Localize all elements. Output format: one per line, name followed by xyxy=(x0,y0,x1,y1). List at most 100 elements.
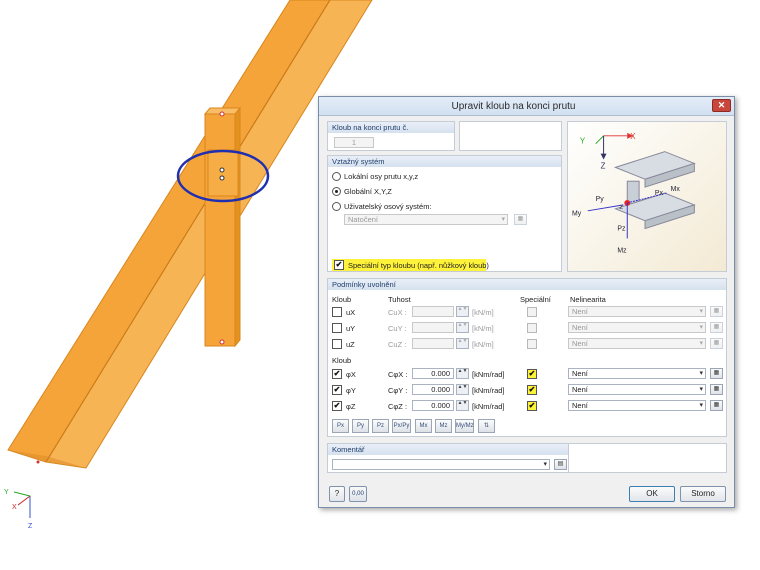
phix-nonlin-select[interactable]: Není ▾ xyxy=(568,368,706,379)
uz-checkbox[interactable] xyxy=(332,339,342,349)
uy-nonlin-select: Není ▾ xyxy=(568,322,706,333)
release-px-button[interactable]: Px xyxy=(332,419,349,433)
col-header-stiffness: Tuhost xyxy=(388,295,411,304)
release-reset-button[interactable]: ⇅ xyxy=(478,419,495,433)
hinge-number-blank xyxy=(459,121,562,151)
dialog-title: Upravit kloub na konci prutu xyxy=(451,101,576,112)
help-button[interactable]: ? xyxy=(329,486,345,502)
col-header-hinge: Kloub xyxy=(332,295,352,304)
cuy-label: CuY : xyxy=(388,324,407,333)
preview-axis-y: Y xyxy=(580,137,586,146)
hinge-number-group: Kloub na konci prutu č. 1 xyxy=(327,121,455,151)
ux-nonlin-edit-button: ▦ xyxy=(710,306,723,317)
phiy-nonlin-edit-button[interactable]: ▦ xyxy=(710,384,723,395)
cancel-button[interactable]: Storno xyxy=(680,486,726,502)
phiz-nonlin-edit-button[interactable]: ▦ xyxy=(710,400,723,411)
svg-text:Py: Py xyxy=(596,196,605,203)
svg-text:Pz: Pz xyxy=(617,226,626,233)
phiy-nonlin-select[interactable]: Není ▾ xyxy=(568,384,706,395)
uz-special-checkbox xyxy=(527,339,537,349)
cphiz-label: CφZ : xyxy=(388,402,408,411)
release-conditions-header: Podmínky uvolnění xyxy=(328,279,726,290)
ux-checkbox[interactable] xyxy=(332,307,342,317)
chevron-down-icon: ▾ xyxy=(699,370,703,377)
hinge-preview-image: X Y Z My Py Px Mx Pz Mz Z xyxy=(567,121,727,272)
uy-nonlin-edit-button: ▦ xyxy=(710,322,723,333)
cphix-input[interactable]: 0.000 xyxy=(412,368,454,379)
phix-special-checkbox[interactable]: ✔ xyxy=(527,369,537,379)
special-type-checkbox[interactable]: ✔ xyxy=(334,260,344,270)
cphiy-unit: [kNm/rad] xyxy=(472,386,505,395)
cphix-spinner[interactable]: ▲▼ xyxy=(456,368,469,379)
phix-checkbox[interactable]: ✔ xyxy=(332,369,342,379)
phiy-special-checkbox[interactable]: ✔ xyxy=(527,385,537,395)
comment-input[interactable]: ▾ xyxy=(332,459,550,470)
col-header-nonlinearity: Nelinearita xyxy=(570,295,606,304)
release-pxpy-button[interactable]: Px/Py xyxy=(392,419,411,433)
cux-spinner: ▲▼ xyxy=(456,306,469,317)
col-header-special: Speciální xyxy=(520,295,551,304)
phix-label: φX xyxy=(346,370,356,379)
cphiz-spinner[interactable]: ▲▼ xyxy=(456,400,469,411)
user-axes-select: Natočení ▾ xyxy=(344,214,508,225)
cux-label: CuX : xyxy=(388,308,407,317)
close-button[interactable]: ✕ xyxy=(712,99,731,112)
release-mz-button[interactable]: Mz xyxy=(435,419,452,433)
uy-label: uY xyxy=(346,324,356,333)
cphiy-label: CφY : xyxy=(388,386,408,395)
cphiy-spinner[interactable]: ▲▼ xyxy=(456,384,469,395)
release-conditions-group: Podmínky uvolnění Kloub Tuhost Speciální… xyxy=(327,278,727,437)
chevron-down-icon: ▾ xyxy=(699,340,703,347)
svg-text:X: X xyxy=(12,504,17,511)
release-mx-button[interactable]: Mx xyxy=(415,419,432,433)
rotation-section-label: Kloub xyxy=(332,356,352,365)
release-pz-button[interactable]: Pz xyxy=(372,419,389,433)
edit-hinge-dialog: Upravit kloub na konci prutu ✕ Kloub na … xyxy=(318,96,735,508)
phix-nonlin-edit-button[interactable]: ▦ xyxy=(710,368,723,379)
svg-text:Z: Z xyxy=(619,205,623,211)
phiz-nonlin-select[interactable]: Není ▾ xyxy=(568,400,706,411)
uz-label: uZ xyxy=(346,340,355,349)
chevron-down-icon: ▾ xyxy=(501,216,505,223)
release-mymz-button[interactable]: My/Mz xyxy=(455,419,474,433)
uy-checkbox[interactable] xyxy=(332,323,342,333)
comment-side-blank xyxy=(568,443,727,473)
phiz-special-checkbox[interactable]: ✔ xyxy=(527,401,537,411)
cuy-spinner: ▲▼ xyxy=(456,322,469,333)
cphiz-unit: [kNm/rad] xyxy=(472,402,505,411)
ux-nonlin-select: Není ▾ xyxy=(568,306,706,317)
phiz-label: φZ xyxy=(346,402,356,411)
vertical-column xyxy=(204,113,236,347)
chevron-down-icon: ▾ xyxy=(699,324,703,331)
cuy-unit: [kN/m] xyxy=(472,324,494,333)
radio-global-axes[interactable] xyxy=(332,187,341,196)
label-user-axes: Uživatelský osový systém: xyxy=(344,202,432,211)
chevron-down-icon: ▾ xyxy=(699,308,703,315)
dialog-titlebar[interactable]: Upravit kloub na konci prutu ✕ xyxy=(319,97,734,116)
diagonal-beam-left xyxy=(7,0,331,463)
user-axes-edit-button: ▦ xyxy=(514,214,527,225)
svg-text:Px: Px xyxy=(655,190,664,197)
cuz-spinner: ▲▼ xyxy=(456,338,469,349)
phiz-checkbox[interactable]: ✔ xyxy=(332,401,342,411)
ok-button[interactable]: OK xyxy=(629,486,675,502)
radio-local-axes[interactable] xyxy=(332,172,341,181)
uz-nonlin-edit-button: ▦ xyxy=(710,338,723,349)
cux-unit: [kN/m] xyxy=(472,308,494,317)
units-button[interactable]: 0,00 xyxy=(349,486,367,502)
svg-text:Mx: Mx xyxy=(671,186,681,193)
cphiz-input[interactable]: 0.000 xyxy=(412,400,454,411)
svg-text:Z: Z xyxy=(28,523,33,530)
ux-special-checkbox xyxy=(527,307,537,317)
special-type-label: Speciální typ kloubu (např. nůžkový klou… xyxy=(348,261,489,270)
chevron-down-icon: ▾ xyxy=(543,461,547,468)
cphix-label: CφX : xyxy=(388,370,408,379)
uz-nonlin-select: Není ▾ xyxy=(568,338,706,349)
cphiy-input[interactable]: 0.000 xyxy=(412,384,454,395)
svg-text:My: My xyxy=(572,211,582,218)
radio-user-axes[interactable] xyxy=(332,202,341,211)
phiy-checkbox[interactable]: ✔ xyxy=(332,385,342,395)
release-py-button[interactable]: Py xyxy=(352,419,369,433)
comment-library-button[interactable]: ▤ xyxy=(554,459,567,470)
cuz-unit: [kN/m] xyxy=(472,340,494,349)
